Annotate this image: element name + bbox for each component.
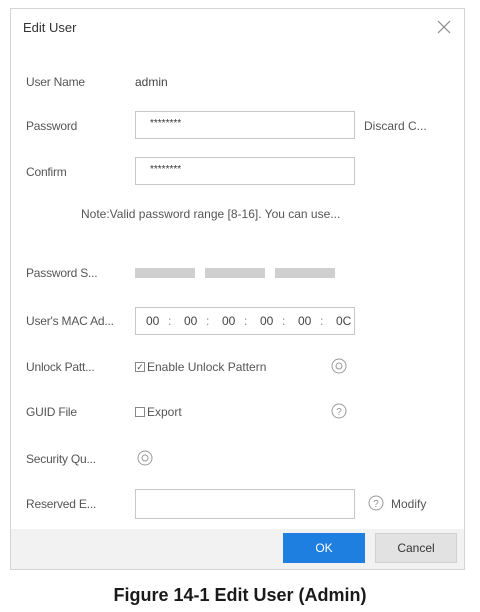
confirm-password-input[interactable]: ******** xyxy=(135,157,355,185)
mac-address-input[interactable]: 00 : 00 : 00 : 00 : 00 : 0C xyxy=(135,307,355,335)
confirm-label: Confirm xyxy=(26,165,67,179)
help-icon[interactable]: ? xyxy=(331,403,347,419)
dialog-footer: OK Cancel xyxy=(11,529,464,569)
unlock-pattern-checkbox[interactable]: ✓ xyxy=(135,362,145,372)
unlock-pattern-checkbox-label: Enable Unlock Pattern xyxy=(147,360,267,374)
password-label: Password xyxy=(26,119,78,133)
cancel-button[interactable]: Cancel xyxy=(375,533,457,563)
user-name-value: admin xyxy=(135,75,168,89)
dialog-title: Edit User xyxy=(23,20,77,35)
export-checkbox-label: Export xyxy=(147,405,182,419)
password-strength-label: Password S... xyxy=(26,266,98,280)
confirm-mask: ******** xyxy=(150,164,182,175)
mac-segment: 00 xyxy=(146,314,160,328)
svg-text:?: ? xyxy=(373,499,379,510)
mac-separator: : xyxy=(168,314,172,328)
close-icon[interactable] xyxy=(434,17,454,37)
figure-caption: Figure 14-1 Edit User (Admin) xyxy=(113,585,367,605)
strength-bar-3 xyxy=(275,268,335,278)
ok-button[interactable]: OK xyxy=(283,533,365,563)
mac-segment: 00 xyxy=(184,314,198,328)
user-name-label: User Name xyxy=(26,75,85,89)
mac-segment: 00 xyxy=(222,314,236,328)
password-mask: ******** xyxy=(150,118,182,129)
help-icon[interactable]: ? xyxy=(368,495,384,511)
svg-text:?: ? xyxy=(336,407,342,418)
dialog-titlebar: Edit User xyxy=(11,9,464,49)
mac-separator: : xyxy=(282,314,286,328)
mac-segment: 00 xyxy=(298,314,312,328)
export-checkbox[interactable] xyxy=(135,407,145,417)
reserved-email-input[interactable] xyxy=(135,489,355,519)
edit-user-dialog: Edit User User Name admin Password *****… xyxy=(10,8,465,570)
mac-separator: : xyxy=(206,314,210,328)
modify-link[interactable]: Modify xyxy=(391,497,426,511)
mac-separator: : xyxy=(244,314,248,328)
reserved-email-label: Reserved E... xyxy=(26,497,97,511)
mac-segment: 0C xyxy=(336,314,352,328)
strength-bar-2 xyxy=(205,268,265,278)
strength-bar-1 xyxy=(135,268,195,278)
gear-icon[interactable] xyxy=(137,450,153,466)
guid-file-label: GUID File xyxy=(26,405,77,419)
security-question-label: Security Qu... xyxy=(26,452,96,466)
unlock-pattern-label: Unlock Patt... xyxy=(26,360,95,374)
discard-changes-link[interactable]: Discard C... xyxy=(364,119,427,133)
mac-separator: : xyxy=(320,314,324,328)
gear-icon[interactable] xyxy=(331,358,347,374)
mac-address-label: User's MAC Ad... xyxy=(26,314,114,328)
password-input[interactable]: ******** xyxy=(135,111,355,139)
password-note: Note:Valid password range [8-16]. You ca… xyxy=(81,207,341,221)
mac-segment: 00 xyxy=(260,314,274,328)
